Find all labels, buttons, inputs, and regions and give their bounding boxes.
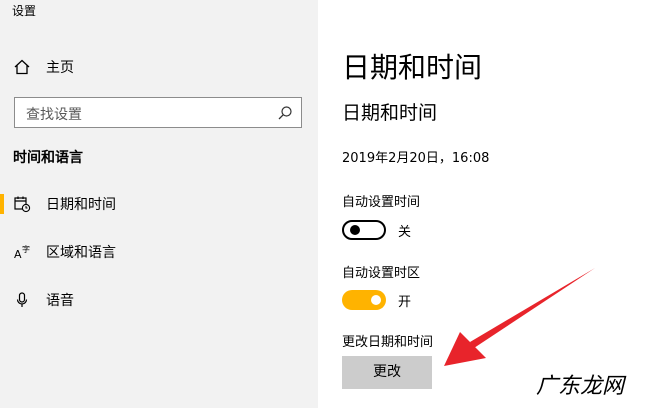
sidebar-item-date-time[interactable]: 日期和时间 bbox=[0, 187, 318, 221]
selection-indicator bbox=[0, 194, 4, 214]
sidebar-item-region-language[interactable]: A字 区域和语言 bbox=[0, 235, 318, 269]
sidebar-item-home-label: 主页 bbox=[46, 60, 74, 76]
sidebar-item-speech[interactable]: 语音 bbox=[0, 283, 318, 317]
language-icon: A字 bbox=[13, 243, 31, 261]
auto-timezone-toggle[interactable] bbox=[342, 290, 386, 310]
page-title: 日期和时间 bbox=[342, 51, 483, 84]
sidebar-item-label: 语音 bbox=[46, 293, 74, 309]
calendar-clock-icon bbox=[13, 195, 31, 213]
red-arrow-annotation bbox=[444, 268, 595, 366]
microphone-icon bbox=[13, 291, 31, 309]
home-icon bbox=[13, 58, 31, 76]
auto-time-toggle[interactable] bbox=[342, 220, 386, 240]
auto-time-state: 关 bbox=[398, 225, 412, 240]
auto-time-label: 自动设置时间 bbox=[342, 195, 421, 210]
svg-text:字: 字 bbox=[22, 244, 30, 254]
sidebar-item-label: 日期和时间 bbox=[46, 197, 116, 213]
watermark-logo: 广东龙网 bbox=[536, 374, 625, 399]
sidebar-item-label: 区域和语言 bbox=[46, 245, 116, 261]
toggle-knob bbox=[350, 225, 360, 235]
window-title: 设置 bbox=[12, 4, 37, 18]
change-datetime-label: 更改日期和时间 bbox=[342, 335, 434, 350]
toggle-knob bbox=[371, 295, 381, 305]
section-title: 日期和时间 bbox=[342, 102, 438, 124]
search-input[interactable]: 查找设置 bbox=[14, 97, 302, 128]
sidebar: 设置 主页 查找设置 时间和语言 日期和时间 A字 区域和语言 语音 bbox=[0, 0, 318, 408]
search-icon[interactable] bbox=[277, 105, 293, 121]
section-header: 时间和语言 bbox=[13, 150, 83, 166]
svg-text:A: A bbox=[14, 248, 22, 261]
search-placeholder: 查找设置 bbox=[26, 107, 82, 123]
current-datetime: 2019年2月20日，16:08 bbox=[342, 151, 490, 166]
auto-timezone-label: 自动设置时区 bbox=[342, 266, 421, 281]
sidebar-item-home[interactable]: 主页 bbox=[0, 50, 318, 82]
auto-timezone-state: 开 bbox=[398, 295, 412, 310]
change-button[interactable]: 更改 bbox=[342, 356, 432, 389]
